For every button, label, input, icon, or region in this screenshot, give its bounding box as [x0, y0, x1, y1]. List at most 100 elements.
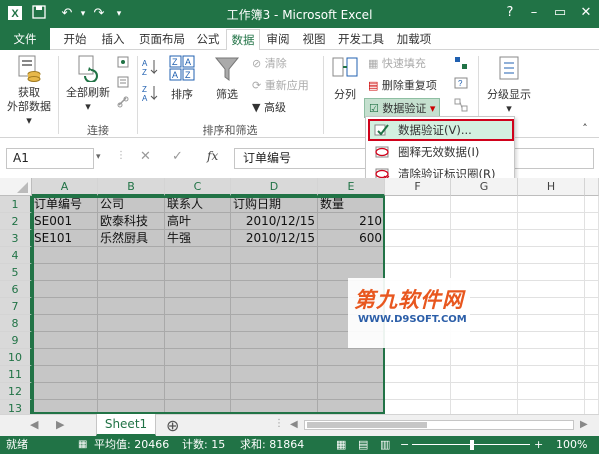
cell[interactable] — [165, 349, 231, 366]
cell[interactable] — [385, 247, 451, 264]
cell[interactable] — [98, 366, 165, 383]
tab-review[interactable]: 审阅 — [262, 28, 294, 50]
cell[interactable] — [318, 400, 385, 414]
cell[interactable] — [518, 349, 585, 366]
tab-formulas[interactable]: 公式 — [192, 28, 224, 50]
outline-button[interactable]: 分级显示 ▾ — [484, 54, 534, 116]
cell[interactable] — [165, 298, 231, 315]
cell[interactable] — [32, 366, 98, 383]
cell[interactable] — [32, 400, 98, 414]
cell[interactable] — [451, 213, 518, 230]
column-header-c[interactable]: C — [165, 178, 231, 196]
cell[interactable] — [318, 366, 385, 383]
cell[interactable] — [585, 281, 599, 298]
cell[interactable] — [165, 383, 231, 400]
tab-data[interactable]: 数据 — [226, 29, 260, 51]
cell[interactable] — [385, 366, 451, 383]
name-box-dropdown-icon[interactable]: ▾ — [96, 152, 101, 162]
insert-function-icon[interactable]: fx — [207, 149, 218, 163]
cell[interactable] — [32, 383, 98, 400]
cell[interactable] — [451, 349, 518, 366]
tab-insert[interactable]: 插入 — [96, 28, 130, 50]
cell[interactable]: 600 — [318, 230, 385, 247]
normal-view-icon[interactable]: ▦ — [336, 436, 346, 454]
cell[interactable] — [165, 366, 231, 383]
zoom-level[interactable]: 100% — [556, 436, 587, 454]
cell[interactable] — [231, 298, 318, 315]
data-validation-button[interactable]: ☑ 数据验证 ▾ — [364, 98, 441, 118]
tab-home[interactable]: 开始 — [58, 28, 92, 50]
select-all-corner[interactable] — [0, 178, 32, 196]
cell[interactable] — [32, 298, 98, 315]
filter-button[interactable]: 筛选 — [208, 54, 246, 102]
worksheet-grid[interactable]: A B C D E F G H 1 2 3 4 5 6 7 8 9 10 11 … — [0, 178, 599, 414]
scroll-right-icon[interactable]: ▶ — [56, 418, 64, 431]
sort-button[interactable]: ZAAZ 排序 — [164, 54, 200, 102]
hscroll-left-icon[interactable]: ◀ — [290, 419, 298, 430]
cell[interactable] — [165, 247, 231, 264]
cell[interactable] — [385, 213, 451, 230]
cell[interactable] — [585, 400, 599, 414]
menu-item-circle-invalid[interactable]: 圈释无效数据(I) — [368, 141, 514, 163]
cell[interactable] — [231, 247, 318, 264]
cell[interactable] — [451, 247, 518, 264]
cell[interactable]: 2010/12/15 — [231, 213, 318, 230]
cell[interactable] — [585, 366, 599, 383]
clear-button[interactable]: ⊘ 清除 — [252, 56, 287, 72]
cell[interactable] — [385, 349, 451, 366]
menu-item-data-validation[interactable]: 数据验证(V)... — [368, 119, 514, 141]
scroll-left-icon[interactable]: ◀ — [30, 418, 38, 431]
column-header-g[interactable]: G — [451, 178, 518, 196]
cell[interactable]: SE001 — [32, 213, 98, 230]
cell[interactable] — [32, 332, 98, 349]
cell[interactable] — [585, 247, 599, 264]
tab-split-grip-icon[interactable]: ⋮ — [274, 418, 284, 429]
row-header[interactable]: 6 — [0, 281, 32, 298]
cell[interactable]: 乐然厨具 — [98, 230, 165, 247]
row-header[interactable]: 8 — [0, 315, 32, 332]
name-box[interactable]: A1 — [6, 148, 94, 169]
cell[interactable]: 2010/12/15 — [231, 230, 318, 247]
cancel-icon[interactable]: ✕ — [140, 149, 151, 164]
close-button[interactable]: ✕ — [576, 4, 596, 22]
advanced-button[interactable]: ▼ 高级 — [252, 100, 286, 116]
cell[interactable] — [585, 349, 599, 366]
sheet-tab-sheet1[interactable]: Sheet1 — [96, 414, 156, 436]
cell[interactable] — [318, 247, 385, 264]
cell[interactable] — [32, 247, 98, 264]
cell[interactable] — [32, 264, 98, 281]
cell[interactable] — [165, 264, 231, 281]
cell[interactable]: 牛强 — [165, 230, 231, 247]
cell[interactable] — [451, 383, 518, 400]
reapply-button[interactable]: ⟳ 重新应用 — [252, 78, 309, 94]
cell[interactable] — [165, 281, 231, 298]
zoom-slider-thumb[interactable] — [470, 440, 474, 450]
cell[interactable] — [518, 230, 585, 247]
cell[interactable] — [518, 213, 585, 230]
cell[interactable] — [98, 400, 165, 414]
cell[interactable] — [518, 315, 585, 332]
tab-developer[interactable]: 开发工具 — [334, 28, 388, 50]
tab-page-layout[interactable]: 页面布局 — [134, 28, 190, 50]
cell[interactable] — [231, 383, 318, 400]
cell[interactable] — [165, 315, 231, 332]
cell[interactable] — [585, 383, 599, 400]
horizontal-scrollbar[interactable] — [304, 420, 574, 430]
cell[interactable] — [98, 281, 165, 298]
cell[interactable] — [231, 332, 318, 349]
macro-record-icon[interactable]: ▦ — [78, 436, 87, 454]
what-if-analysis-icon[interactable]: ? — [452, 76, 470, 94]
row-header[interactable]: 2 — [0, 213, 32, 230]
cell[interactable] — [98, 332, 165, 349]
enter-icon[interactable]: ✓ — [172, 149, 183, 164]
cell[interactable] — [518, 264, 585, 281]
cell[interactable] — [585, 264, 599, 281]
cell[interactable]: SE101 — [32, 230, 98, 247]
cell[interactable] — [318, 383, 385, 400]
cell[interactable] — [231, 315, 318, 332]
cell[interactable] — [165, 332, 231, 349]
get-external-data-button[interactable]: 获取 外部数据 ▾ — [4, 54, 54, 128]
properties-icon[interactable] — [116, 76, 130, 92]
cell[interactable] — [585, 230, 599, 247]
cell[interactable] — [231, 349, 318, 366]
